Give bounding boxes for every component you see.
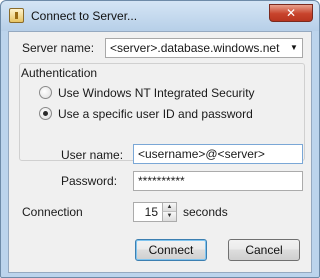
dialog-body: Server name: <server>.database.windows.n…: [8, 31, 312, 273]
title-bar[interactable]: Connect to Server... ✕: [1, 1, 319, 31]
cancel-button[interactable]: Cancel: [228, 239, 300, 261]
seconds-label: seconds: [183, 205, 228, 219]
radio-button[interactable]: [39, 86, 52, 99]
window-title: Connect to Server...: [31, 9, 138, 23]
stepper-down-icon[interactable]: ▼: [162, 212, 176, 221]
radio-label: Use Windows NT Integrated Security: [58, 86, 255, 100]
app-icon: [9, 8, 24, 23]
password-value: **********: [138, 174, 185, 188]
chevron-down-icon[interactable]: ▼: [286, 39, 302, 57]
server-name-dropdown[interactable]: <server>.database.windows.net ▼: [105, 38, 303, 58]
stepper-buttons: ▲ ▼: [162, 203, 176, 221]
user-name-value: <username>@<server>: [138, 147, 265, 161]
authentication-legend: Authentication: [21, 66, 98, 80]
connection-timeout-stepper[interactable]: 15 ▲ ▼: [133, 202, 177, 222]
close-button[interactable]: ✕: [269, 4, 313, 22]
server-name-value: <server>.database.windows.net: [110, 41, 280, 55]
password-label: Password:: [61, 174, 118, 188]
stepper-up-icon[interactable]: ▲: [162, 203, 176, 212]
radio-label: Use a specific user ID and password: [58, 107, 253, 121]
user-name-label: User name:: [61, 148, 124, 162]
radio-button-selected[interactable]: [39, 107, 52, 120]
password-field[interactable]: **********: [133, 171, 303, 191]
connection-label: Connection: [22, 205, 83, 219]
connect-button[interactable]: Connect: [135, 239, 207, 261]
connect-dialog: Connect to Server... ✕ Server name: <ser…: [0, 0, 320, 278]
connection-timeout-value: 15: [144, 205, 158, 219]
user-name-field[interactable]: <username>@<server>: [133, 144, 303, 164]
server-name-label: Server name:: [22, 41, 95, 55]
